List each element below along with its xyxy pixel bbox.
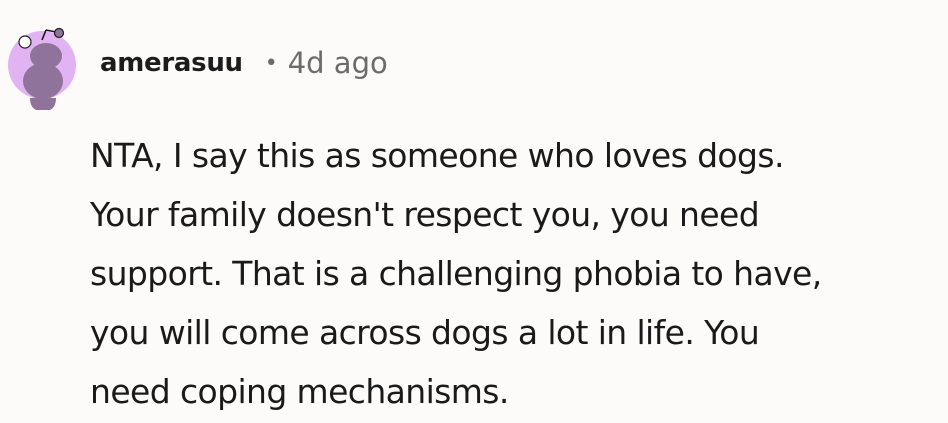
comment-body: NTA, I say this as someone who loves dog… bbox=[90, 126, 940, 421]
comment-line: you will come across dogs a lot in life.… bbox=[90, 313, 760, 352]
snoo-avatar-icon[interactable] bbox=[6, 16, 78, 110]
comment-line: Your family doesn't respect you, you nee… bbox=[90, 195, 760, 234]
comment-line: need coping mechanisms. bbox=[90, 372, 509, 411]
comment-line: NTA, I say this as someone who loves dog… bbox=[90, 136, 784, 175]
timestamp[interactable]: 4d ago bbox=[288, 46, 388, 80]
username-link[interactable]: amerasuu bbox=[100, 48, 243, 78]
comment-line: support. That is a challenging phobia to… bbox=[90, 254, 822, 293]
separator-dot: • bbox=[264, 50, 278, 76]
comment: amerasuu • 4d ago NTA, I say this as som… bbox=[0, 0, 948, 423]
comment-header: amerasuu • 4d ago bbox=[100, 46, 388, 80]
